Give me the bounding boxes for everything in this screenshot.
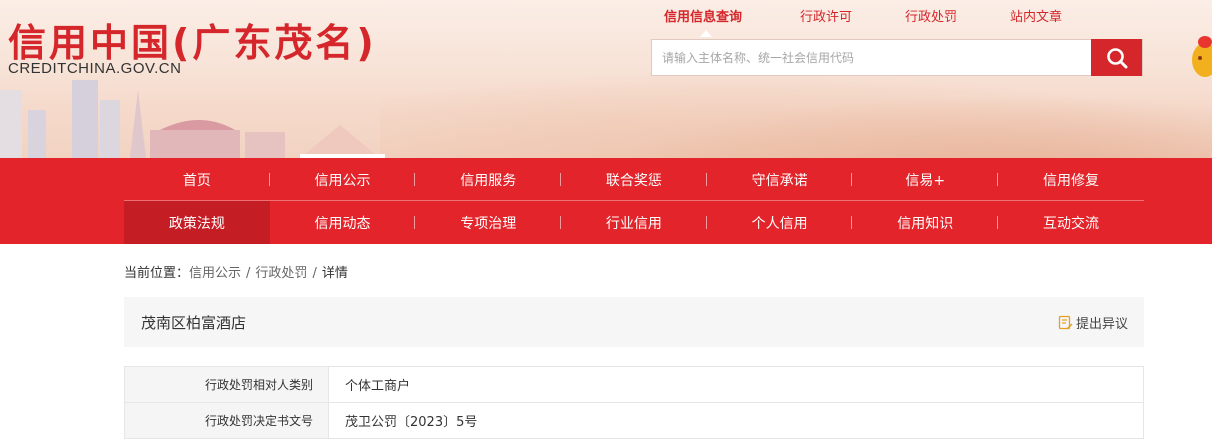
nav-item-label: 信用服务 xyxy=(460,172,517,189)
nav-item-label: 信易+ xyxy=(905,172,946,189)
nav-item-trust-commitment[interactable]: 守信承诺 xyxy=(707,158,853,201)
field-label: 行政处罚决定书文号 xyxy=(124,402,329,439)
raise-objection-label: 提出异议 xyxy=(1075,317,1128,332)
nav-item-label: 个人信用 xyxy=(751,215,808,232)
nav-item-label: 政策法规 xyxy=(168,215,225,232)
search-icon xyxy=(1106,47,1127,68)
breadcrumb-link-admin-penalty[interactable]: 行政处罚 xyxy=(255,266,307,281)
nav-item-label: 信用知识 xyxy=(897,215,954,232)
top-link-admin-penalty[interactable]: 行政处罚 xyxy=(905,6,957,25)
penalty-info-table: 行政处罚相对人类别 个体工商户 行政处罚决定书文号 茂卫公罚〔2023〕5号 xyxy=(124,366,1144,439)
nav-item-label: 首页 xyxy=(182,172,211,189)
city-skyline-illustration xyxy=(0,80,385,158)
main-navigation: 首页 信用公示 信用服务 联合奖惩 守信承诺 信易+ 信用修复 政策法规 信用动… xyxy=(0,158,1212,244)
search-input[interactable] xyxy=(652,40,1093,75)
edit-document-icon xyxy=(1058,315,1073,330)
nav-item-label: 专项治理 xyxy=(460,215,517,232)
banner-mountain xyxy=(600,95,1212,158)
nav-item-policies[interactable]: 政策法规 xyxy=(124,201,270,244)
nav-item-xinyi-plus[interactable]: 信易+ xyxy=(852,158,999,201)
table-row: 行政处罚相对人类别 个体工商户 xyxy=(124,366,1144,403)
nav-item-label: 信用公示 xyxy=(314,172,371,189)
raise-objection-button[interactable]: 提出异议 xyxy=(1058,313,1128,332)
search-button[interactable] xyxy=(1091,39,1142,76)
breadcrumb-link-credit-publicity[interactable]: 信用公示 xyxy=(189,266,241,281)
breadcrumb-separator: / xyxy=(246,266,251,281)
table-row: 行政处罚决定书文号 茂卫公罚〔2023〕5号 xyxy=(124,402,1144,439)
nav-item-industry-credit[interactable]: 行业信用 xyxy=(561,201,707,244)
field-value: 茂卫公罚〔2023〕5号 xyxy=(328,402,1144,439)
breadcrumb-label: 当前位置： xyxy=(124,266,190,281)
nav-item-home[interactable]: 首页 xyxy=(124,158,270,201)
nav-item-personal-credit[interactable]: 个人信用 xyxy=(707,201,853,244)
nav-item-label: 信用修复 xyxy=(1042,172,1099,189)
field-value: 个体工商户 xyxy=(328,366,1144,403)
nav-item-credit-publicity[interactable]: 信用公示 xyxy=(270,158,416,201)
nav-item-credit-service[interactable]: 信用服务 xyxy=(415,158,562,201)
nav-item-joint-rewards[interactable]: 联合奖惩 xyxy=(561,158,707,201)
field-label: 行政处罚相对人类别 xyxy=(124,366,329,403)
site-logo-url: CREDITCHINA.GOV.CN xyxy=(8,60,182,77)
top-link-admin-license[interactable]: 行政许可 xyxy=(800,6,852,25)
nav-row: 政策法规 信用动态 专项治理 行业信用 个人信用 信用知识 互动交流 xyxy=(124,201,1144,244)
header-banner: 信用中国(广东茂名) CREDITCHINA.GOV.CN 信用信息查询 行政许… xyxy=(0,0,1212,158)
nav-item-interaction[interactable]: 互动交流 xyxy=(998,201,1144,244)
entity-name: 茂南区柏富酒店 xyxy=(141,314,247,332)
nav-item-label: 行业信用 xyxy=(605,215,662,232)
page: 信用中国(广东茂名) CREDITCHINA.GOV.CN 信用信息查询 行政许… xyxy=(0,0,1212,441)
detail-title-bar: 茂南区柏富酒店 提出异议 xyxy=(124,297,1144,347)
nav-item-label: 联合奖惩 xyxy=(605,172,662,189)
breadcrumb-current: 详情 xyxy=(321,266,348,281)
breadcrumb: 当前位置：信用公示 / 行政处罚 / 详情 xyxy=(124,262,348,281)
nav-item-special-governance[interactable]: 专项治理 xyxy=(415,201,562,244)
nav-row: 首页 信用公示 信用服务 联合奖惩 守信承诺 信易+ 信用修复 xyxy=(124,158,1144,201)
nav-item-credit-news[interactable]: 信用动态 xyxy=(270,201,416,244)
breadcrumb-separator: / xyxy=(312,266,317,281)
nav-item-label: 信用动态 xyxy=(314,215,371,232)
top-link-credit-query[interactable]: 信用信息查询 xyxy=(664,6,742,37)
mascot-illustration xyxy=(1192,36,1212,77)
nav-item-credit-repair[interactable]: 信用修复 xyxy=(998,158,1144,201)
nav-item-label: 互动交流 xyxy=(1042,215,1099,232)
top-link-site-articles[interactable]: 站内文章 xyxy=(1010,6,1062,25)
nav-item-credit-knowledge[interactable]: 信用知识 xyxy=(852,201,999,244)
search-box xyxy=(651,39,1143,76)
site-logo-title[interactable]: 信用中国(广东茂名) xyxy=(8,12,377,67)
nav-item-label: 守信承诺 xyxy=(751,172,808,189)
